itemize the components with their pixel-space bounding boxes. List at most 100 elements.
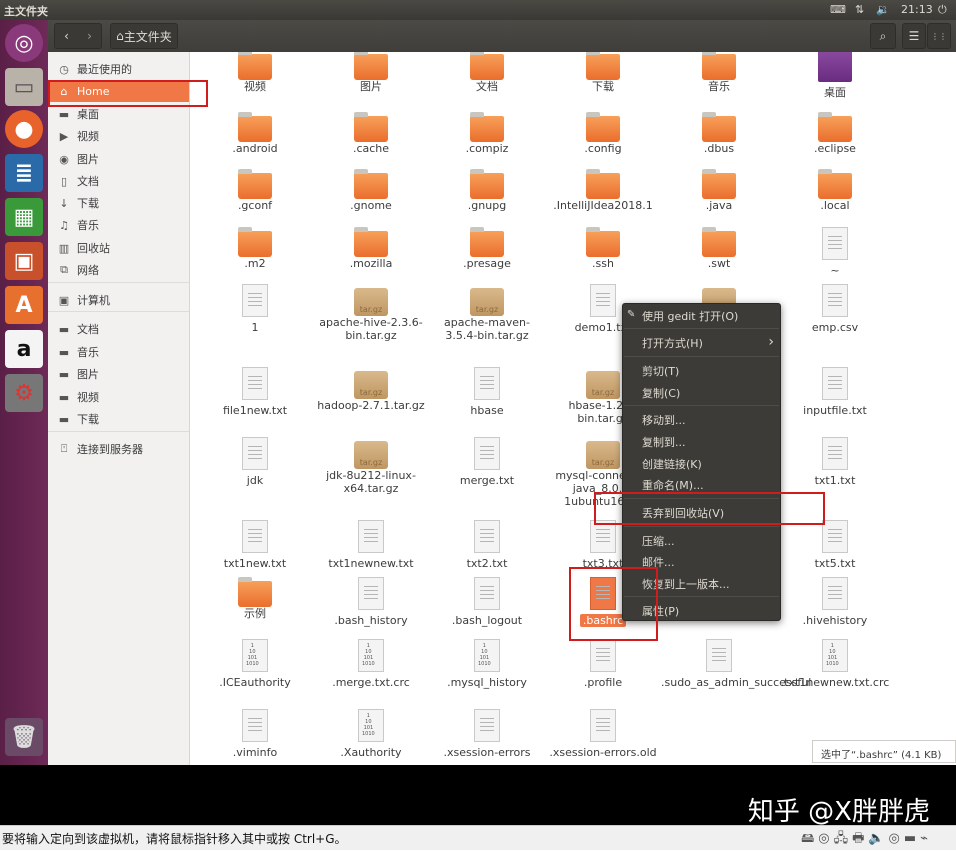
file-item[interactable]: tar.gz apache-maven-3.5.4-bin.tar.gz [429,284,545,342]
context-menu-item[interactable]: 复制(C) [623,383,780,403]
sidebar-item-6[interactable]: ↓ 下载 [48,192,189,214]
file-item[interactable]: txt1.txt [777,437,893,487]
file-item[interactable]: .bash_history [313,577,429,627]
back-button[interactable]: ‹ [55,29,78,43]
file-item[interactable]: .mozilla [313,227,429,270]
context-menu-item[interactable]: 丢弃到回收站(V) [623,503,780,523]
file-item[interactable]: txt2.txt [429,520,545,570]
file-item[interactable]: .gconf [197,169,313,212]
file-item[interactable]: .presage [429,227,545,270]
sidebar-item-10[interactable]: ▣ 计算机 [48,289,189,311]
sidebar-item-3[interactable]: ▶ 视频 [48,125,189,147]
file-item[interactable]: merge.txt [429,437,545,487]
file-item[interactable]: tar.gz hadoop-2.7.1.tar.gz [313,367,429,412]
file-item[interactable]: file1new.txt [197,367,313,417]
file-item[interactable]: .gnome [313,169,429,212]
volume-icon[interactable]: 🔉 [876,3,890,16]
file-item[interactable]: .viminfo [197,709,313,759]
trash-icon[interactable]: 🗑 [5,718,43,756]
file-item[interactable]: hbase [429,367,545,417]
context-menu-item[interactable]: 邮件... [623,552,780,572]
context-menu-item[interactable]: 属性(P) [623,601,780,621]
file-item[interactable]: 桌面 [777,52,893,99]
search-button[interactable]: ⌕ [870,23,896,49]
file-item[interactable]: 文档 [429,52,545,93]
file-item[interactable]: .m2 [197,227,313,270]
list-view-button[interactable]: ☰ [902,23,926,49]
ubuntu-dash-icon[interactable]: ◎ [5,24,43,62]
file-item[interactable]: .xsession-errors [429,709,545,759]
file-item[interactable]: 音乐 [661,52,777,93]
sidebar-item-8[interactable]: ▥ 回收站 [48,237,189,259]
file-item[interactable]: .merge.txt.crc [313,639,429,689]
file-item[interactable]: .IntelliJIdea2018.1 [545,169,661,212]
writer-icon[interactable]: ≣ [5,154,43,192]
file-item[interactable]: .swt [661,227,777,270]
file-item[interactable]: .android [197,112,313,155]
file-item[interactable]: 示例 [197,577,313,620]
network-icon[interactable]: ⇅ [855,3,864,16]
settings-icon[interactable]: ⚙ [5,374,43,412]
file-item[interactable]: txt1new.txt [197,520,313,570]
sidebar-item-7[interactable]: ♫ 音乐 [48,214,189,236]
vm-device-icons[interactable]: 🖴◎🖧🖶🔈◎▬⌁ [801,829,932,851]
sidebar-item-5[interactable]: ▯ 文档 [48,170,189,192]
file-item[interactable]: emp.csv [777,284,893,334]
file-item[interactable]: .mysql_history [429,639,545,689]
file-item[interactable]: .java [661,169,777,212]
software-center-icon[interactable]: A [5,286,43,324]
file-item[interactable]: .bash_logout [429,577,545,627]
power-icon[interactable]: ⏻ [938,3,947,17]
file-item[interactable]: .gnupg [429,169,545,212]
files-icon[interactable]: ▭ [5,68,43,106]
context-menu-item[interactable]: 压缩... [623,531,780,551]
file-item[interactable]: .sudo_as_admin_successful [661,639,811,689]
context-menu-item[interactable]: 剪切(T) [623,361,780,381]
sidebar-item-11[interactable]: ▬ 文档 [48,318,189,340]
file-item[interactable]: .cache [313,112,429,155]
file-item[interactable]: 1 [197,284,313,334]
file-item[interactable]: .compiz [429,112,545,155]
file-item[interactable]: 图片 [313,52,429,93]
context-menu-item[interactable]: 创建链接(K) [623,454,780,474]
sidebar-item-4[interactable]: ◉ 图片 [48,148,189,170]
file-item[interactable]: ~ [777,227,893,277]
file-item[interactable]: .dbus [661,112,777,155]
file-item[interactable]: txt5.txt [777,520,893,570]
file-item[interactable]: tar.gz apache-hive-2.3.6-bin.tar.gz [313,284,429,342]
file-item[interactable]: inputfile.txt [777,367,893,417]
breadcrumb-home[interactable]: ⌂ 主文件夹 [110,23,178,49]
file-item[interactable]: .ICEauthority [197,639,313,689]
sidebar-item-0[interactable]: ◷ 最近使用的 [48,58,189,80]
file-item[interactable]: .config [545,112,661,155]
impress-icon[interactable]: ▣ [5,242,43,280]
sidebar-item-15[interactable]: ▬ 下载 [48,408,189,430]
sidebar-item-13[interactable]: ▬ 图片 [48,363,189,385]
file-item[interactable]: .xsession-errors.old [545,709,661,759]
calc-icon[interactable]: ▦ [5,198,43,236]
sidebar-item-9[interactable]: ⧉ 网络 [48,259,189,281]
file-item[interactable]: .ssh [545,227,661,270]
file-item[interactable]: tar.gz jdk-8u212-linux-x64.tar.gz [313,437,429,495]
context-menu-item[interactable]: 移动到... [623,410,780,430]
file-item[interactable]: .profile [545,639,661,689]
clock[interactable]: 21:13 [901,3,933,16]
firefox-icon[interactable]: ● [5,110,43,148]
sidebar-item-16[interactable]: ⍞ 连接到服务器 [48,438,189,460]
context-menu-item[interactable]: 复制到... [623,432,780,452]
file-item[interactable]: txt1newnew.txt [313,520,429,570]
forward-button[interactable]: › [78,29,101,43]
context-menu-item[interactable]: 恢复到上一版本... [623,574,780,594]
sidebar-item-14[interactable]: ▬ 视频 [48,386,189,408]
file-item[interactable]: .txt1newnew.txt.crc [777,639,893,689]
grid-view-button[interactable]: ⋮⋮ [927,23,951,49]
file-item[interactable]: .eclipse [777,112,893,155]
amazon-icon[interactable]: a [5,330,43,368]
context-menu-item[interactable]: 使用 gedit 打开(O) [623,306,780,326]
file-item[interactable]: .hivehistory [777,577,893,627]
file-item[interactable]: 视频 [197,52,313,93]
sidebar-item-1[interactable]: ⌂ Home [48,80,189,102]
keyboard-icon[interactable]: ⌨ [830,3,846,16]
context-menu-item[interactable]: 重命名(M)... [623,475,780,495]
file-item[interactable]: jdk [197,437,313,487]
